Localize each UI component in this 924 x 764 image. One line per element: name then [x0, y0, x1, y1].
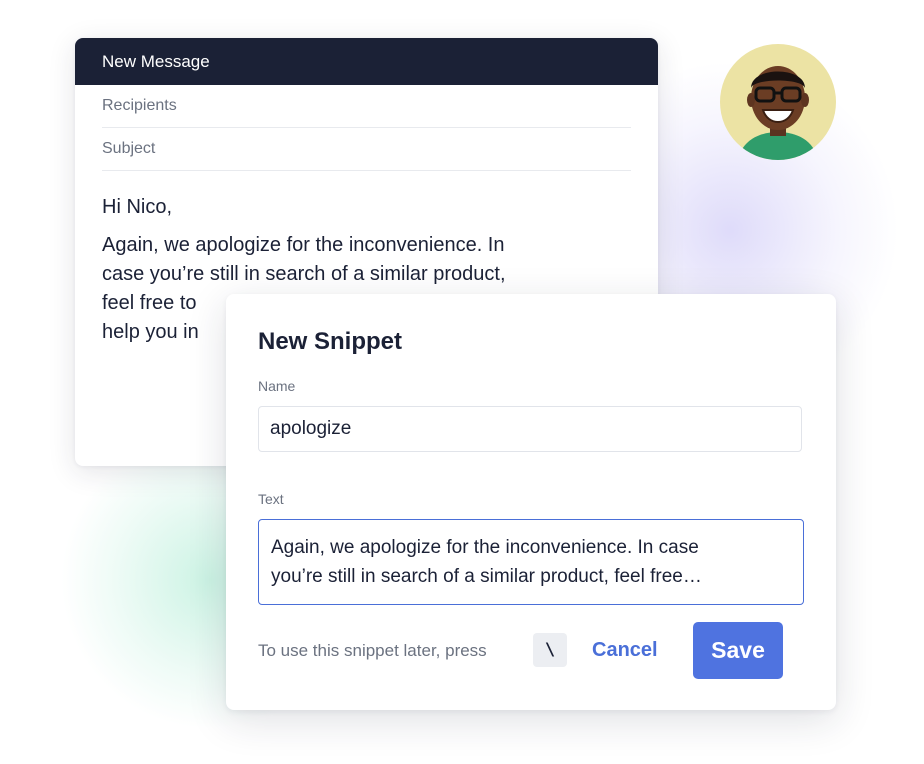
- recipients-field[interactable]: Recipients: [102, 85, 631, 128]
- new-snippet-dialog: New Snippet Name apologize Text Again, w…: [226, 294, 836, 710]
- subject-field[interactable]: Subject: [102, 128, 631, 171]
- user-avatar-icon: [738, 66, 818, 160]
- text-label: Text: [258, 491, 284, 507]
- name-label: Name: [258, 378, 296, 394]
- save-button[interactable]: Save: [693, 622, 783, 679]
- avatar: [720, 44, 836, 160]
- body-line: Again, we apologize for the inconvenienc…: [102, 234, 505, 256]
- body-line: case you’re still in search of a similar…: [102, 263, 506, 285]
- cancel-button[interactable]: Cancel: [584, 633, 666, 667]
- greeting-text: Hi Nico,: [102, 196, 173, 218]
- stage: New Message Recipients Subject Hi Nico, …: [0, 0, 924, 764]
- compose-header-title: New Message: [75, 38, 658, 85]
- shortcut-key-badge: \: [533, 633, 567, 667]
- dialog-title: New Snippet: [258, 328, 403, 355]
- snippet-text-area[interactable]: Again, we apologize for the inconvenienc…: [258, 519, 804, 605]
- shortcut-hint: To use this snippet later, press: [258, 641, 487, 660]
- snippet-name-input[interactable]: apologize: [258, 406, 802, 452]
